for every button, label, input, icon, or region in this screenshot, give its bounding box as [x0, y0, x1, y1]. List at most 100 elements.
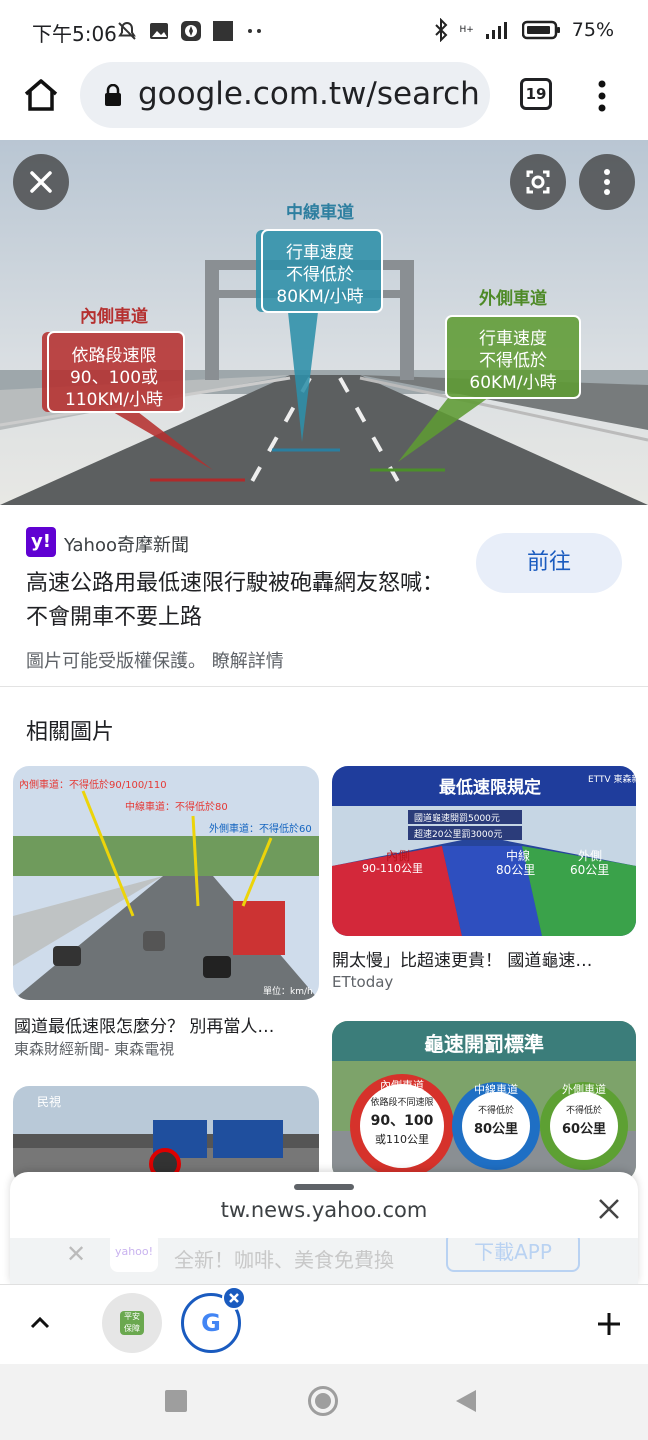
visit-button[interactable]: 前往 [476, 533, 622, 593]
r3-overlay-mid-1: 不得低於 [478, 1104, 514, 1116]
r1-overlay-middle: 中線車道：不得低於80 [125, 800, 228, 813]
close-icon [229, 1293, 239, 1303]
url-text: google.com.tw/search? [138, 76, 480, 112]
bubble-middle-line2: 不得低於 [286, 265, 354, 285]
r2-overlay-logo: ETTV 東森新聞 [588, 773, 636, 785]
system-nav-bar [0, 1364, 648, 1440]
tab-group-bar: 平安 保障 G [0, 1284, 648, 1364]
r3-overlay-title: 龜速開罰標準 [424, 1032, 544, 1056]
lens-icon [526, 170, 550, 194]
bluetooth-icon [435, 18, 448, 42]
r3-overlay-mid-2: 80公里 [474, 1122, 518, 1137]
sheet-drag-handle[interactable] [294, 1184, 354, 1190]
r1-overlay-inner: 內側車道：不得低於90/100/110 [19, 778, 167, 791]
related-caption-1[interactable]: 國道最低速限怎麼分？ 別再當人… [14, 1012, 314, 1037]
status-bar: 下午5:06 H+ 75% [0, 0, 648, 64]
tab-thumbnail-2[interactable]: G [181, 1286, 246, 1353]
label-inner-lane: 內側車道 [80, 306, 148, 327]
close-icon [30, 171, 52, 193]
signal-icon [485, 22, 507, 39]
r2-overlay-inner-val: 90-110公里 [362, 862, 423, 875]
related-source-2: ETtoday [332, 973, 394, 991]
r4-overlay-logo: 民視 [37, 1094, 61, 1109]
preview-promo-text: 全新！咖啡、美食免費換 [174, 1248, 394, 1272]
close-tab-badge[interactable] [222, 1286, 246, 1310]
bubble-outer-line3: 60KM/小時 [469, 373, 556, 393]
home-icon[interactable] [22, 76, 60, 114]
lock-icon [105, 84, 121, 106]
r2-overlay-mid-val: 80公里 [496, 863, 535, 877]
related-image-2[interactable]: 最低速限規定 ETTV 東森新聞 國道龜速開罰5000元 超速20公里罰3000… [332, 766, 636, 936]
preview-download-button: 下載APP [446, 1238, 580, 1272]
related-source-1: 東森財經新聞- 東森電視 [14, 1040, 175, 1058]
bubble-outer-line2: 不得低於 [479, 351, 547, 371]
sheet-page-preview: ✕ yahoo! 全新！咖啡、美食免費換 下載APP [10, 1238, 638, 1284]
label-outer-lane: 外側車道 [479, 288, 547, 309]
image-source-panel: y! Yahoo奇摩新聞 高速公路用最低速限行駛被砲轟網友怒喊：不會開車不要上路… [0, 505, 648, 687]
r3-overlay-inner: 內側車道 [380, 1078, 424, 1092]
home-button[interactable] [308, 1386, 338, 1416]
mute-bell-icon [118, 21, 136, 40]
r3-overlay-out-2: 60公里 [562, 1122, 606, 1137]
image-icon [150, 23, 168, 39]
tab-thumbnail-1[interactable]: 平安 保障 [102, 1293, 162, 1353]
battery-percent: 75% [571, 19, 614, 41]
related-image-4[interactable]: 民視 [13, 1086, 319, 1186]
network-type: H+ [459, 24, 474, 35]
related-caption-2[interactable]: 開太慢」比超速更貴！ 國道龜速… [332, 946, 632, 971]
new-tab-icon[interactable] [596, 1311, 622, 1337]
browser-menu-icon[interactable] [592, 78, 612, 114]
r3-overlay-out-1: 不得低於 [566, 1104, 602, 1116]
lens-search-button[interactable] [510, 154, 566, 210]
r3-overlay-out: 外側車道 [562, 1082, 606, 1096]
address-bar[interactable]: google.com.tw/search? [80, 62, 490, 128]
r3-overlay-mid: 中線車道 [474, 1082, 518, 1096]
bubble-inner-line2: 90、100或 [70, 368, 158, 388]
r2-overlay-out-val: 60公里 [570, 863, 609, 877]
r2-overlay-inner: 內側 [386, 849, 410, 863]
square-app-icon [213, 21, 233, 41]
r2-overlay-fine2: 超速20公里罰3000元 [414, 828, 502, 840]
image-more-button[interactable] [579, 154, 635, 210]
source-name[interactable]: Yahoo奇摩新聞 [64, 531, 189, 557]
copyright-notice[interactable]: 圖片可能受版權保護。 瞭解詳情 [26, 647, 284, 673]
related-images-heading: 相關圖片 [26, 720, 115, 745]
recents-button[interactable] [165, 1390, 187, 1412]
r3-overlay-inner-1: 依路段不同速限 [370, 1096, 433, 1108]
preview-yahoo-logo: yahoo! [110, 1238, 158, 1272]
close-preview-button[interactable] [13, 154, 69, 210]
notification-icons [116, 20, 266, 42]
yahoo-logo-icon: y! [26, 527, 56, 557]
bottom-sheet[interactable]: tw.news.yahoo.com ✕ yahoo! 全新！咖啡、美食免費換 下… [10, 1172, 638, 1284]
related-image-3[interactable]: 龜速開罰標準 內側車道 依路段不同速限 90、100 或110公里 中線車道 不… [332, 1021, 636, 1181]
r1-overlay-outer: 外側車道：不得低於60 [209, 822, 312, 835]
close-icon[interactable] [598, 1198, 620, 1220]
bubble-middle-line1: 行車速度 [286, 243, 354, 263]
tab-switcher-button[interactable]: 19 [520, 78, 552, 110]
source-title[interactable]: 高速公路用最低速限行駛被砲轟網友怒喊：不會開車不要上路 [26, 567, 446, 635]
r2-overlay-title: 最低速限規定 [439, 777, 541, 798]
bubble-outer-line1: 行車速度 [479, 329, 547, 349]
more-dots-icon [248, 29, 261, 33]
r2-overlay-mid: 中線 [506, 848, 530, 863]
r3-overlay-inner-2: 90、100 [371, 1113, 434, 1129]
related-image-1[interactable]: 內側車道：不得低於90/100/110 中線車道：不得低於80 外側車道：不得低… [13, 766, 319, 1000]
chevron-up-icon[interactable] [28, 1311, 52, 1335]
compass-app-icon [181, 21, 201, 41]
bubble-inner-line3: 110KM/小時 [65, 390, 163, 410]
sheet-url: tw.news.yahoo.com [220, 1198, 428, 1222]
battery-icon [521, 20, 560, 40]
r2-overlay-out: 外側 [578, 849, 602, 863]
r3-overlay-inner-3: 或110公里 [375, 1133, 429, 1146]
r1-overlay-unit: 單位：km/h [263, 985, 313, 997]
status-time: 下午5:06 [32, 22, 117, 46]
label-middle-lane: 中線車道 [286, 202, 354, 223]
back-button[interactable] [456, 1390, 476, 1412]
browser-toolbar: google.com.tw/search? 19 [0, 60, 648, 140]
bubble-inner-line1: 依路段速限 [72, 346, 157, 366]
tab-favicon: 平安 保障 [120, 1311, 144, 1335]
r2-overlay-fine1: 國道龜速開罰5000元 [414, 812, 500, 824]
preview-close-icon: ✕ [66, 1240, 87, 1268]
bubble-middle-line3: 80KM/小時 [276, 287, 363, 307]
more-vert-icon [604, 169, 610, 195]
